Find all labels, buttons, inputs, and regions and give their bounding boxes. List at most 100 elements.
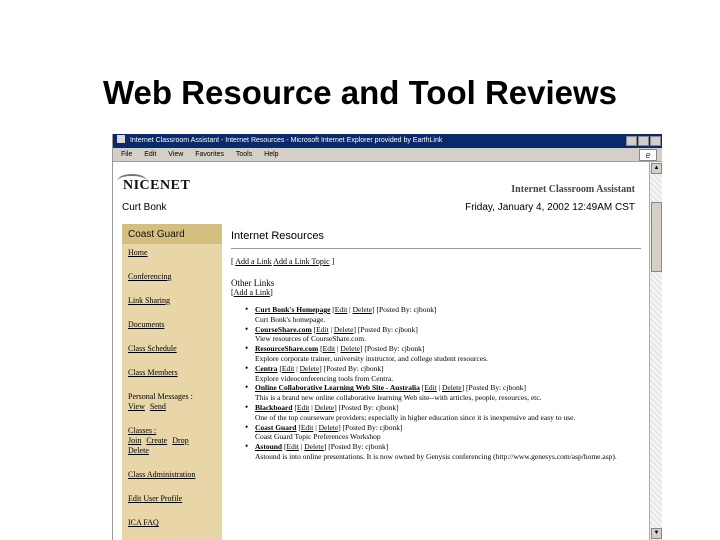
- edit-link[interactable]: Edit: [282, 364, 295, 373]
- classes-delete-link[interactable]: Delete: [128, 446, 149, 456]
- list-item: Online Collaborative Learning Web Site -…: [245, 383, 641, 403]
- list-item: CourseShare.com [Edit | Delete] [Posted …: [245, 325, 641, 345]
- classes-label: Classes :: [128, 426, 157, 435]
- menu-tools[interactable]: Tools: [236, 151, 252, 158]
- resource-title-link[interactable]: CourseShare.com: [255, 325, 312, 334]
- resource-title-link[interactable]: Blackboard: [255, 403, 293, 412]
- list-item: Coast Guard [Edit | Delete] [Posted By: …: [245, 423, 641, 443]
- scroll-down-arrow-icon[interactable]: ▼: [651, 528, 662, 539]
- resource-title-link[interactable]: Online Collaborative Learning Web Site -…: [255, 383, 420, 392]
- classes-drop-link[interactable]: Drop: [172, 436, 188, 446]
- classes-create-link[interactable]: Create: [146, 436, 167, 446]
- scroll-thumb[interactable]: [651, 202, 662, 272]
- ie-logo-icon: e: [639, 149, 657, 161]
- date-time: Friday, January 4, 2002 12:49AM CST: [465, 202, 635, 213]
- posted-by: [Posted By: cjbonk]: [357, 324, 418, 334]
- delete-link[interactable]: Delete: [442, 383, 462, 392]
- resource-description: This is a brand new online collaborative…: [255, 393, 542, 403]
- delete-link[interactable]: Delete: [304, 442, 324, 451]
- window-controls: [626, 136, 661, 146]
- menu-help[interactable]: Help: [264, 151, 278, 158]
- resource-description: View resources of CourseShare.com.: [255, 334, 366, 344]
- edit-link[interactable]: Edit: [316, 325, 329, 334]
- edit-link[interactable]: Edit: [323, 344, 336, 353]
- app-name: Internet Classroom Assistant: [511, 184, 635, 195]
- nicenet-logo[interactable]: NICENET: [117, 174, 190, 194]
- delete-link[interactable]: Delete: [315, 403, 335, 412]
- resource-title-link[interactable]: Coast Guard: [255, 423, 296, 432]
- add-link-button[interactable]: Add a Link: [235, 257, 271, 266]
- resource-description: Curt Bonk's homepage.: [255, 314, 326, 324]
- resource-description: Explore videoconferencing tools from Cen…: [255, 373, 394, 383]
- main-content: Internet Resources [ Add a Link Add a Li…: [231, 224, 641, 462]
- edit-link[interactable]: Edit: [286, 442, 299, 451]
- delete-link[interactable]: Delete: [353, 305, 373, 314]
- add-link-topic-button[interactable]: Add a Link Topic: [273, 257, 329, 266]
- delete-link[interactable]: Delete: [334, 325, 354, 334]
- delete-link[interactable]: Delete: [300, 364, 320, 373]
- close-button[interactable]: [650, 136, 661, 146]
- personal-messages-label: Personal Messages :: [128, 392, 193, 401]
- web-page: NICENET Internet Classroom Assistant Cur…: [113, 162, 649, 540]
- messages-view-link[interactable]: View: [128, 402, 145, 412]
- menu-bar: File Edit View Favorites Tools Help e: [113, 148, 662, 162]
- section-title: Internet Resources: [231, 224, 641, 249]
- maximize-button[interactable]: [638, 136, 649, 146]
- menu-view[interactable]: View: [168, 151, 183, 158]
- window-title: Internet Classroom Assistant - Internet …: [129, 137, 443, 144]
- logo-swoosh-icon: [117, 174, 147, 188]
- sidebar-item-class-members[interactable]: Class Members: [128, 368, 216, 378]
- resource-description: Coast Guard Topic Preferences Workshop: [255, 432, 381, 442]
- sidebar-nav: Home Conferencing Link Sharing Documents…: [122, 244, 222, 540]
- sidebar-item-conferencing[interactable]: Conferencing: [128, 272, 216, 282]
- resource-title-link[interactable]: ResourceShare.com: [255, 344, 318, 353]
- sidebar-item-class-administration[interactable]: Class Administration: [128, 470, 216, 480]
- link-actions-bar: [ Add a Link Add a Link Topic ]: [231, 257, 335, 266]
- resource-title-link[interactable]: Centra: [255, 364, 278, 373]
- edit-link[interactable]: Edit: [335, 305, 348, 314]
- posted-by: [Posted By: cjbonk]: [376, 305, 437, 314]
- other-links-title: Other Links: [231, 278, 275, 288]
- sidebar: Coast Guard Home Conferencing Link Shari…: [122, 224, 222, 540]
- ie-window-icon: [117, 135, 125, 143]
- sidebar-item-link-sharing[interactable]: Link Sharing: [128, 296, 216, 306]
- delete-link[interactable]: Delete: [319, 423, 339, 432]
- sidebar-item-ica-faq[interactable]: ICA FAQ: [128, 518, 216, 528]
- other-add-link-button[interactable]: Add a Link: [234, 288, 270, 297]
- window-titlebar: Internet Classroom Assistant - Internet …: [113, 134, 662, 148]
- list-item: Centra [Edit | Delete] [Posted By: cjbon…: [245, 364, 641, 384]
- user-name: Curt Bonk: [122, 202, 167, 213]
- resource-description: Explore corporate trainer, university in…: [255, 353, 488, 363]
- resource-title-link[interactable]: Astound: [255, 442, 282, 451]
- edit-link[interactable]: Edit: [301, 423, 314, 432]
- sidebar-item-home[interactable]: Home: [128, 248, 216, 258]
- resource-list: Curt Bonk's Homepage [Edit | Delete] [Po…: [245, 305, 641, 462]
- posted-by: [Posted By: cjbonk]: [338, 402, 399, 412]
- messages-send-link[interactable]: Send: [150, 402, 166, 412]
- minimize-button[interactable]: [626, 136, 637, 146]
- resource-title-link[interactable]: Curt Bonk's Homepage: [255, 305, 330, 314]
- vertical-scrollbar[interactable]: ▲ ▼: [649, 162, 662, 540]
- edit-link[interactable]: Edit: [424, 383, 437, 392]
- sidebar-personal-messages: Personal Messages : View Send: [128, 392, 216, 412]
- menu-favorites[interactable]: Favorites: [195, 151, 224, 158]
- menu-edit[interactable]: Edit: [144, 151, 156, 158]
- browser-window: Internet Classroom Assistant - Internet …: [112, 134, 662, 540]
- list-item: Curt Bonk's Homepage [Edit | Delete] [Po…: [245, 305, 641, 325]
- sidebar-class-name: Coast Guard: [122, 224, 222, 244]
- posted-by: [Posted By: cjbonk]: [364, 344, 425, 354]
- scroll-up-arrow-icon[interactable]: ▲: [651, 163, 662, 174]
- resource-description: Astound is into online presentations. It…: [255, 451, 617, 461]
- list-item: Astound [Edit | Delete] [Posted By: cjbo…: [245, 442, 641, 462]
- sidebar-item-edit-user-profile[interactable]: Edit User Profile: [128, 494, 216, 504]
- other-links-add-bar: [Add a Link]: [231, 288, 273, 297]
- sidebar-item-class-schedule[interactable]: Class Schedule: [128, 344, 216, 354]
- list-item: Blackboard [Edit | Delete] [Posted By: c…: [245, 403, 641, 423]
- sidebar-item-documents[interactable]: Documents: [128, 320, 216, 330]
- posted-by: [Posted By: cjbonk]: [323, 363, 384, 373]
- menu-file[interactable]: File: [121, 151, 132, 158]
- posted-by: [Posted By: cjbonk]: [328, 442, 389, 452]
- classes-join-link[interactable]: Join: [128, 436, 141, 446]
- edit-link[interactable]: Edit: [297, 403, 310, 412]
- delete-link[interactable]: Delete: [340, 344, 360, 353]
